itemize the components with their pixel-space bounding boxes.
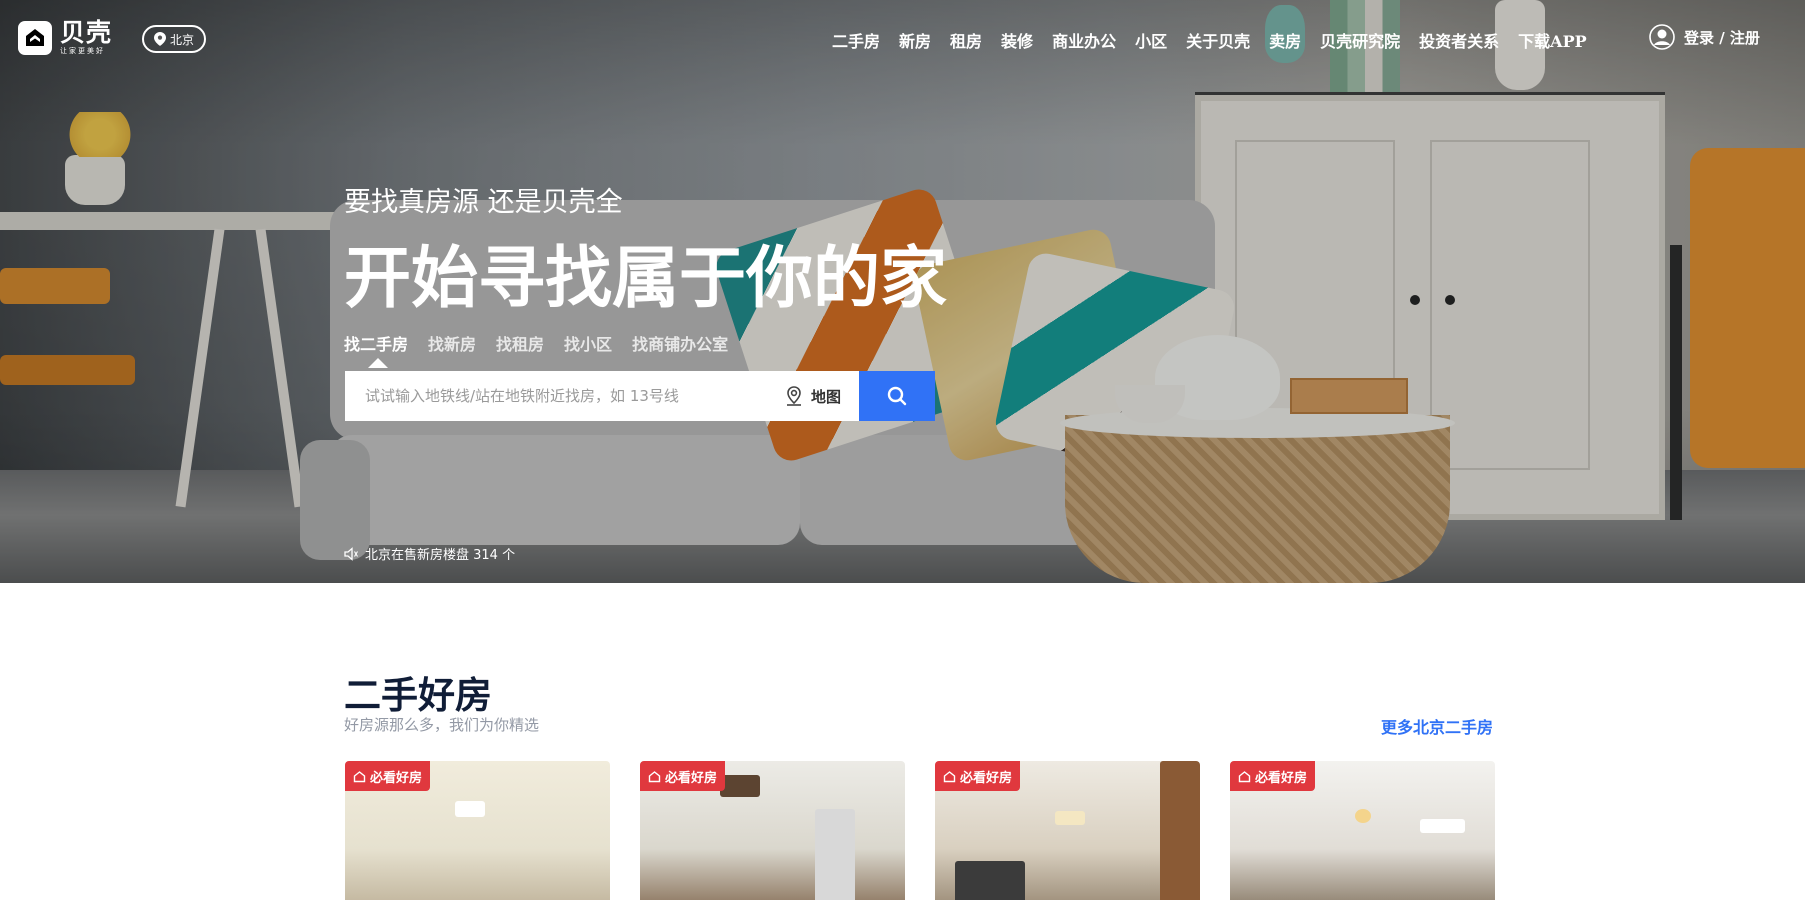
user-icon: [1649, 24, 1675, 50]
more-ershoufang-link[interactable]: 更多北京二手房: [1381, 714, 1493, 738]
nav-item-shangye[interactable]: 商业办公: [1052, 28, 1116, 52]
must-see-badge: 必看好房: [640, 761, 726, 791]
nav-item-maifang[interactable]: 卖房: [1269, 28, 1301, 52]
badge-label: 必看好房: [1255, 770, 1308, 786]
section-subtitle: 好房源那么多，我们为你精选: [344, 716, 540, 734]
map-pin-icon: [786, 386, 801, 406]
must-see-badge: 必看好房: [1230, 761, 1316, 791]
hero-title: 开始寻找属于你的家: [344, 238, 947, 317]
house-icon: [943, 770, 956, 782]
beike-logo-icon: [18, 20, 52, 55]
site-logo[interactable]: 贝壳 让家更美好: [18, 20, 112, 55]
location-pin-icon: [154, 32, 166, 46]
new-house-notice[interactable]: 北京在售新房楼盘 314 个: [344, 544, 515, 563]
air-conditioner-decoration: [1420, 819, 1465, 833]
ceiling-light-decoration: [455, 801, 485, 817]
tab-shangpu[interactable]: 找商铺办公室: [632, 331, 728, 355]
login-label: 登录 / 注册: [1684, 28, 1760, 47]
nav-item-xinfang[interactable]: 新房: [899, 28, 931, 52]
search-tabs: 找二手房 找新房 找租房 找小区 找商铺办公室: [344, 331, 728, 355]
must-see-badge: 必看好房: [935, 761, 1021, 791]
listing-card[interactable]: 必看好房: [1230, 761, 1495, 900]
section-title: 二手好房: [344, 673, 492, 717]
fridge-decoration: [815, 809, 855, 900]
notice-text: 北京在售新房楼盘 314 个: [365, 548, 516, 563]
house-icon: [1238, 770, 1251, 782]
map-label: 地图: [810, 387, 841, 406]
badge-label: 必看好房: [665, 770, 718, 786]
search-input[interactable]: [345, 371, 783, 421]
nav-item-about[interactable]: 关于贝壳: [1186, 28, 1250, 52]
nav-item-zufang[interactable]: 租房: [950, 28, 982, 52]
ceiling-light-decoration: [1355, 809, 1371, 823]
map-search-button[interactable]: 地图: [783, 385, 859, 407]
chandelier-decoration: [1055, 811, 1085, 825]
tab-zufang[interactable]: 找租房: [496, 331, 544, 355]
tab-xinfang[interactable]: 找新房: [428, 331, 476, 355]
nav-item-research[interactable]: 贝壳研究院: [1320, 28, 1400, 52]
nav-item-xiaoqu[interactable]: 小区: [1135, 28, 1167, 52]
search-button[interactable]: [859, 371, 935, 421]
login-register[interactable]: 登录 / 注册: [1649, 24, 1760, 50]
must-see-badge: 必看好房: [345, 761, 431, 791]
nav-item-download-app[interactable]: 下载APP: [1518, 28, 1586, 52]
wood-panel-decoration: [1160, 761, 1200, 900]
badge-label: 必看好房: [370, 770, 423, 786]
city-selector[interactable]: 北京: [142, 25, 207, 53]
logo-tagline: 让家更美好: [60, 47, 105, 55]
house-icon: [353, 770, 366, 782]
ceiling-lamp-decoration: [720, 775, 760, 797]
house-icon: [648, 770, 661, 782]
nav-item-investors[interactable]: 投资者关系: [1419, 28, 1499, 52]
listing-card[interactable]: 必看好房: [640, 761, 905, 900]
main-nav: 二手房 新房 租房 装修 商业办公 小区 关于贝壳 卖房 贝壳研究院 投资者关系…: [832, 28, 1606, 52]
aquarium-decoration: [955, 861, 1025, 900]
badge-label: 必看好房: [960, 770, 1013, 786]
speaker-icon: [344, 546, 358, 561]
listing-card[interactable]: 必看好房: [935, 761, 1200, 900]
tab-xiaoqu[interactable]: 找小区: [564, 331, 612, 355]
search-box: 地图: [345, 371, 859, 421]
listing-cards: 必看好房 必看好房 必看好房 必看好房: [345, 761, 1495, 900]
nav-item-zhuangxiu[interactable]: 装修: [1001, 28, 1033, 52]
search-icon: [887, 386, 907, 406]
hero-subtitle: 要找真房源 还是贝壳全: [344, 187, 623, 218]
top-navigation-bar: 贝壳 让家更美好 北京 二手房 新房 租房 装修 商业办公 小区 关于贝壳 卖房…: [0, 0, 1805, 80]
nav-item-ershoufang[interactable]: 二手房: [832, 28, 880, 52]
active-tab-caret: [368, 358, 388, 368]
city-name: 北京: [170, 32, 195, 47]
listing-card[interactable]: 必看好房: [345, 761, 610, 900]
logo-text: 贝壳: [60, 18, 113, 47]
tab-ershoufang[interactable]: 找二手房: [344, 331, 408, 355]
